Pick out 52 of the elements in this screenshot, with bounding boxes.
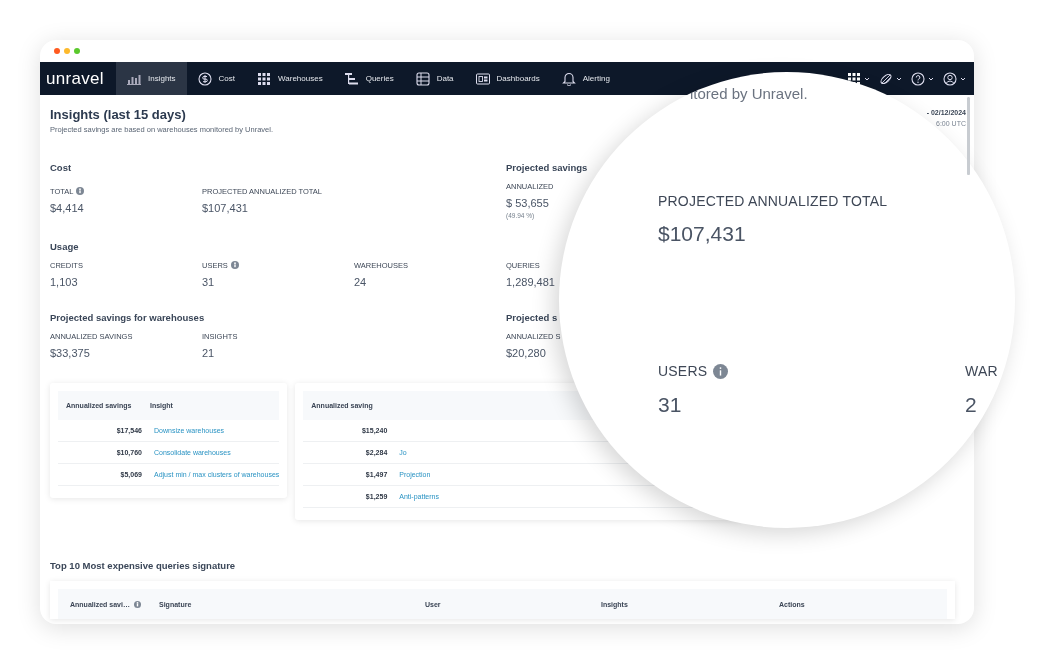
nav-tab[interactable]: Warehouses	[246, 62, 334, 95]
user-icon	[943, 71, 957, 86]
stat-value: 31	[202, 276, 216, 288]
window-dot[interactable]	[64, 48, 70, 54]
section-heading: Projected savings	[506, 162, 589, 173]
section-heading: Cost	[50, 162, 73, 175]
stat-value: $107,431	[658, 222, 746, 246]
queries-icon	[344, 71, 359, 86]
page-title: Insights (last 15 days)	[50, 107, 187, 122]
window-dot[interactable]	[54, 48, 60, 54]
satellite-icon	[879, 71, 893, 86]
section-heading: Usage	[50, 241, 80, 252]
nav-tab[interactable]: Queries	[333, 62, 405, 95]
stat-value: 21	[202, 347, 216, 359]
stat-value: $33,375	[50, 347, 91, 359]
stat-value: 31	[658, 393, 682, 417]
help-icon	[911, 71, 925, 86]
stat-label: PROJECTED ANNUALIZED TOTAL	[658, 193, 888, 209]
chevron-down-icon	[960, 76, 966, 81]
menu-button[interactable]	[879, 71, 902, 86]
nav-tab[interactable]: Alerting	[550, 62, 621, 95]
nav-tab[interactable]: Dashboards	[464, 62, 551, 95]
chevron-down-icon	[864, 76, 870, 81]
nav-tab[interactable]: Data	[404, 62, 465, 95]
stat-value: $20,280	[506, 347, 547, 359]
dashboard-icon	[475, 71, 490, 86]
logo[interactable]: unravel	[40, 62, 116, 95]
menu-button[interactable]	[943, 71, 966, 86]
stat-value: $4,414	[50, 202, 85, 214]
menu-button[interactable]	[911, 71, 934, 86]
stat-value: 2	[965, 393, 977, 417]
window-dot[interactable]	[74, 48, 80, 54]
stat-value: 1,103	[50, 276, 79, 288]
stat-value: $ 53,655	[506, 197, 550, 209]
chevron-down-icon	[928, 76, 934, 81]
page-subtitle: itored by Unravel.	[690, 85, 808, 102]
nav-tab[interactable]: Cost	[186, 62, 247, 95]
scrollbar[interactable]	[967, 97, 970, 175]
dollar-icon	[197, 71, 212, 86]
stat-value: $107,431	[202, 202, 249, 214]
stat-value: 1,289,481	[506, 276, 556, 288]
grid-icon	[257, 71, 272, 86]
bell-icon	[561, 71, 576, 86]
section-heading: Top 10 Most expensive queries signature	[50, 560, 237, 571]
section-heading: Projected savings for warehouses	[50, 312, 206, 323]
stat-label: WAR	[965, 363, 998, 379]
stat-value: 24	[354, 276, 368, 288]
nav-tab[interactable]: Insights	[116, 62, 187, 95]
stat-label: USERS	[658, 363, 708, 379]
chevron-down-icon	[896, 76, 902, 81]
section-heading: Projected s	[506, 312, 559, 323]
database-icon	[415, 71, 430, 86]
